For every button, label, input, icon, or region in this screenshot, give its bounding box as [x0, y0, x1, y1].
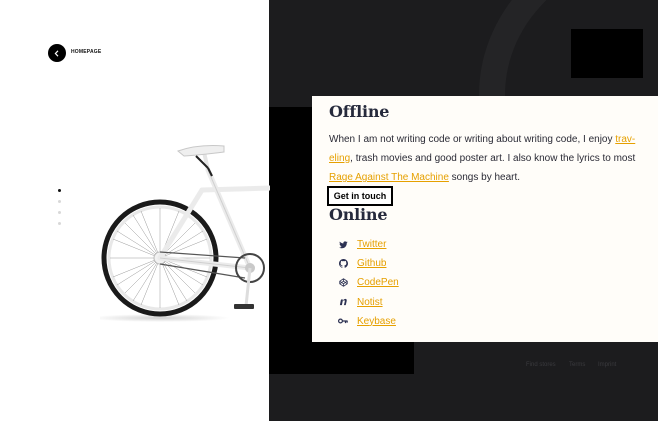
offline-text-3: songs by heart.	[448, 172, 521, 183]
twitter-link[interactable]: Twitter	[357, 239, 386, 250]
social-links: Twitter Github CodePen Notist Keybase	[338, 235, 399, 331]
codepen-icon	[338, 278, 348, 288]
notist-link[interactable]: Notist	[357, 297, 383, 308]
twitter-icon	[338, 240, 348, 250]
offline-text-2: , trash movies and good poster art. I al…	[350, 153, 636, 164]
offline-text-1: When I am not writing code or writing ab…	[329, 134, 616, 145]
offline-paragraph: When I am not writing code or writing ab…	[329, 130, 641, 187]
footer-find-stores[interactable]: Find stores	[526, 362, 556, 368]
keybase-icon	[338, 316, 348, 326]
codepen-link[interactable]: CodePen	[357, 277, 399, 288]
notist-icon	[338, 297, 348, 307]
footer-terms[interactable]: Terms	[569, 362, 585, 368]
back-button[interactable]	[48, 44, 66, 62]
pager-dot-4[interactable]	[58, 222, 61, 225]
social-link-keybase[interactable]: Keybase	[338, 312, 399, 331]
traveling-link-part1[interactable]: trav-	[615, 134, 635, 145]
pager-dot-1[interactable]	[58, 189, 61, 192]
ratm-link[interactable]: Rage Against The Machine	[329, 172, 449, 183]
offline-title: Offline	[329, 102, 390, 121]
social-link-codepen[interactable]: CodePen	[338, 273, 399, 292]
social-link-notist[interactable]: Notist	[338, 293, 399, 312]
content-card: Offline When I am not writing code or wr…	[312, 96, 658, 342]
traveling-link-part2[interactable]: eling	[329, 153, 350, 164]
keybase-link[interactable]: Keybase	[357, 316, 396, 327]
homepage-link[interactable]: HOMEPAGE	[71, 49, 101, 55]
social-link-twitter[interactable]: Twitter	[338, 235, 399, 254]
bicycle-image	[100, 145, 270, 322]
pager-dot-2[interactable]	[58, 200, 61, 203]
get-in-touch-button[interactable]: Get in touch	[327, 186, 393, 206]
chevron-left-icon	[54, 49, 59, 57]
pager-dot-3[interactable]	[58, 211, 61, 214]
github-icon	[338, 259, 348, 269]
black-rectangle	[571, 29, 643, 78]
social-link-github[interactable]: Github	[338, 254, 399, 273]
pager-dots	[58, 189, 61, 233]
github-link[interactable]: Github	[357, 258, 386, 269]
footer-imprint[interactable]: Imprint	[598, 362, 616, 368]
online-title: Online	[329, 205, 388, 224]
